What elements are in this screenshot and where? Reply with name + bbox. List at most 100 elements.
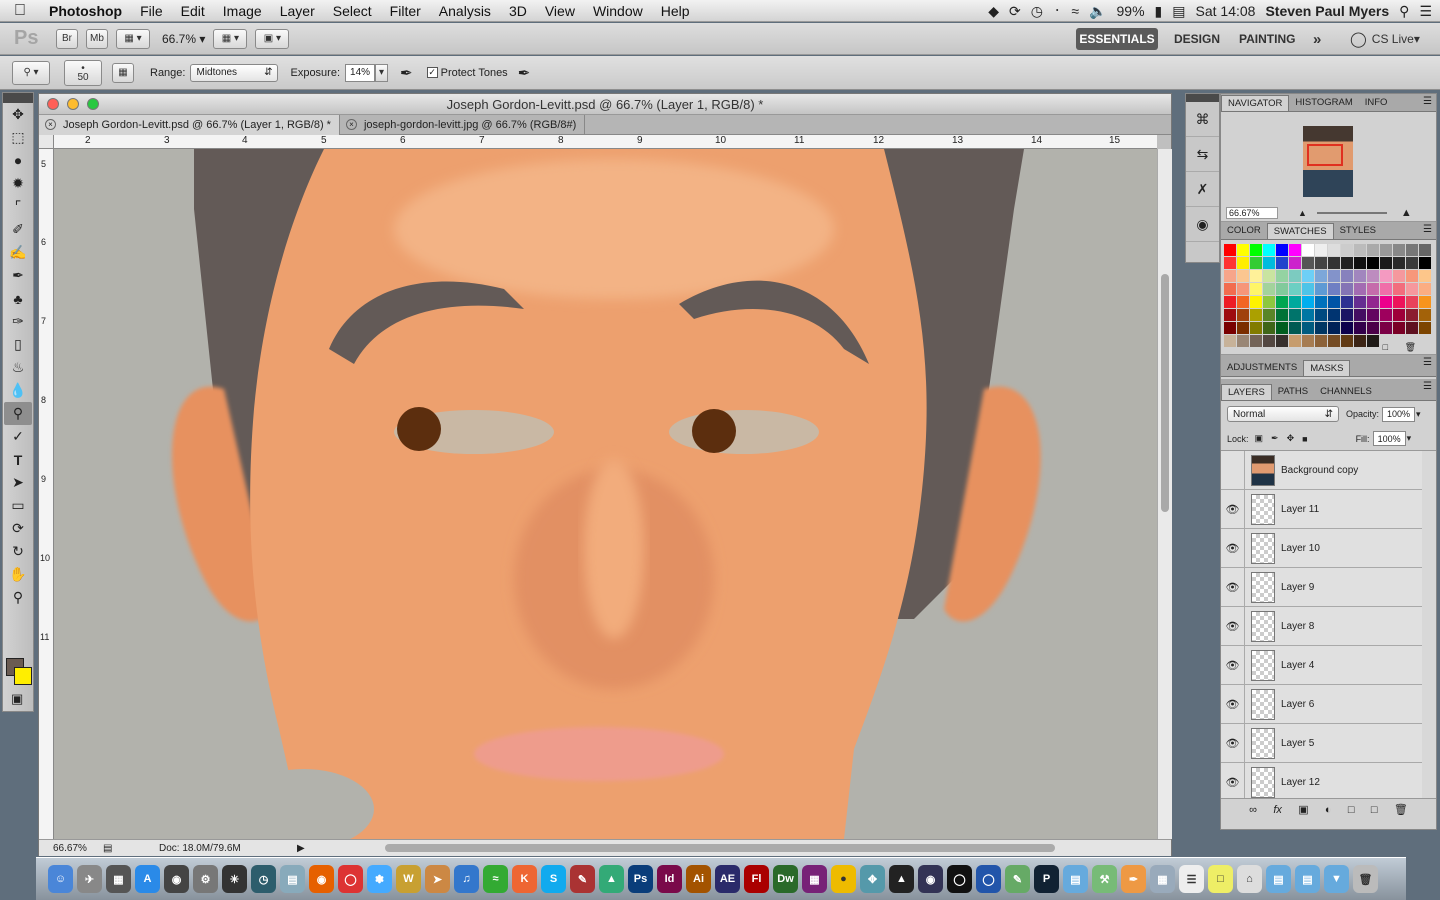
layer-row[interactable]: 👁 Layer 6	[1221, 684, 1422, 724]
color-swatch[interactable]	[1393, 309, 1405, 321]
canvas[interactable]	[54, 149, 1157, 839]
color-swatch[interactable]	[1419, 322, 1431, 334]
eye-icon[interactable]: 👁	[1221, 606, 1245, 646]
cyberduck-icon[interactable]: ➤	[425, 865, 450, 893]
close-tab-icon[interactable]: ×	[345, 119, 357, 130]
color-swatch[interactable]	[1341, 296, 1353, 308]
color-swatch[interactable]	[1328, 309, 1340, 321]
close-tab-icon[interactable]: ×	[45, 119, 56, 130]
color-swatch[interactable]	[1354, 296, 1366, 308]
color-swatch[interactable]	[1315, 257, 1327, 269]
clock[interactable]: Sat 14:08	[1196, 3, 1256, 19]
status-zoom[interactable]: 66.67%	[53, 843, 103, 854]
color-swatch[interactable]	[1380, 309, 1392, 321]
delete-swatch-icon[interactable]: 🗑	[1405, 342, 1416, 352]
3d-orbit-tool-icon[interactable]: ↻	[4, 540, 32, 563]
panel-menu-icon[interactable]: ☰	[1423, 96, 1432, 107]
color-swatch[interactable]	[1367, 244, 1379, 256]
color-swatch[interactable]	[1250, 257, 1262, 269]
color-swatch[interactable]	[1341, 309, 1353, 321]
menu-window[interactable]: Window	[584, 3, 652, 19]
color-swatch[interactable]	[1302, 322, 1314, 334]
new-layer-icon[interactable]: □	[1371, 804, 1378, 816]
color-swatch[interactable]	[1419, 283, 1431, 295]
color-swatch[interactable]	[1367, 309, 1379, 321]
tab-psd-document[interactable]: × Joseph Gordon-Levitt.psd @ 66.7% (Laye…	[39, 115, 340, 135]
color-swatch[interactable]	[1250, 335, 1262, 347]
minimize-window-button[interactable]	[67, 98, 79, 110]
workspace-essentials[interactable]: ESSENTIALS	[1076, 28, 1158, 50]
clone-stamp-tool-icon[interactable]: ♣	[4, 287, 32, 310]
color-swatch[interactable]	[1406, 283, 1418, 295]
color-swatch[interactable]	[1354, 309, 1366, 321]
color-swatch[interactable]	[1250, 296, 1262, 308]
unity-icon[interactable]: ▲	[889, 865, 914, 893]
workspace-painting[interactable]: PAINTING	[1239, 28, 1295, 50]
color-swatch[interactable]	[1367, 270, 1379, 282]
apple-menu-icon[interactable]: 	[0, 2, 40, 20]
opacity-dropdown-icon[interactable]: ▾	[1416, 409, 1421, 420]
color-swatch[interactable]	[1380, 296, 1392, 308]
color-swatch[interactable]	[1237, 309, 1249, 321]
rectangle-tool-icon[interactable]: ▭	[4, 494, 32, 517]
globe-icon[interactable]: ◉	[918, 865, 943, 893]
tab-color[interactable]: COLOR	[1221, 223, 1267, 239]
color-swatch[interactable]	[1315, 309, 1327, 321]
home-folder-icon[interactable]: ⌂	[1237, 865, 1262, 893]
color-swatch[interactable]	[1315, 283, 1327, 295]
3d-rotate-tool-icon[interactable]: ⟳	[4, 517, 32, 540]
dropbox-icon[interactable]: ◆	[988, 3, 999, 20]
color-swatch[interactable]	[1393, 270, 1405, 282]
fill-dropdown-icon[interactable]: ▾	[1407, 433, 1412, 444]
color-swatch[interactable]	[1276, 335, 1288, 347]
app-store-icon[interactable]: A	[135, 865, 160, 893]
color-swatch[interactable]	[1224, 283, 1236, 295]
color-swatch[interactable]	[1393, 283, 1405, 295]
color-swatch[interactable]	[1302, 296, 1314, 308]
color-swatch[interactable]	[1393, 244, 1405, 256]
close-window-button[interactable]	[47, 98, 59, 110]
delete-layer-icon[interactable]: 🗑	[1394, 803, 1408, 816]
eyedropper-tool-icon[interactable]: ✐	[4, 218, 32, 241]
color-swatch[interactable]	[1419, 257, 1431, 269]
marquee-tool-icon[interactable]: ⬚	[4, 126, 32, 149]
color-swatch[interactable]	[1224, 257, 1236, 269]
stickies-icon[interactable]: □	[1208, 865, 1233, 893]
color-swatch[interactable]	[1315, 244, 1327, 256]
tool-presets-panel-icon[interactable]: ◉	[1186, 207, 1219, 242]
color-swatch[interactable]	[1354, 270, 1366, 282]
menu-image[interactable]: Image	[214, 3, 271, 19]
opacity-input[interactable]: 100%	[1382, 406, 1416, 422]
extension-manager-icon[interactable]: ▦	[802, 865, 827, 893]
layer-row[interactable]: 👁 Layer 8	[1221, 606, 1422, 646]
color-swatch[interactable]	[1419, 296, 1431, 308]
color-swatch[interactable]	[1263, 283, 1275, 295]
eye-icon[interactable]: 👁	[1221, 684, 1245, 724]
color-swatch[interactable]	[1315, 322, 1327, 334]
aperture-icon[interactable]: ✳	[222, 865, 247, 893]
spotify-icon[interactable]: ≈	[483, 865, 508, 893]
color-swatch[interactable]	[1393, 257, 1405, 269]
mini-bridge-button[interactable]: Mb	[86, 28, 108, 49]
eye-icon[interactable]: 👁	[1221, 723, 1245, 763]
illustrator-dock-icon[interactable]: Ai	[686, 865, 711, 893]
color-swatch[interactable]	[1237, 322, 1249, 334]
utilities-icon[interactable]: ✥	[860, 865, 885, 893]
dashboard-icon[interactable]: ▦	[106, 865, 131, 893]
documents-folder-icon[interactable]: ▤	[1266, 865, 1291, 893]
live-icon[interactable]: ◯	[947, 865, 972, 893]
google-drive-icon[interactable]: ▲	[599, 865, 624, 893]
color-swatch[interactable]	[1289, 296, 1301, 308]
color-swatch[interactable]	[1328, 296, 1340, 308]
color-swatch[interactable]	[1406, 244, 1418, 256]
color-swatch[interactable]	[1406, 296, 1418, 308]
color-swatch[interactable]	[1367, 335, 1379, 347]
color-swatch[interactable]	[1341, 322, 1353, 334]
color-swatch[interactable]	[1224, 322, 1236, 334]
color-swatch[interactable]	[1250, 244, 1262, 256]
color-swatch[interactable]	[1224, 244, 1236, 256]
color-swatch[interactable]	[1315, 270, 1327, 282]
airbrush-icon[interactable]: ✒	[400, 64, 413, 82]
add-mask-icon[interactable]: ▣	[1298, 803, 1308, 816]
lock-transparency-icon[interactable]: ▣	[1255, 433, 1264, 444]
